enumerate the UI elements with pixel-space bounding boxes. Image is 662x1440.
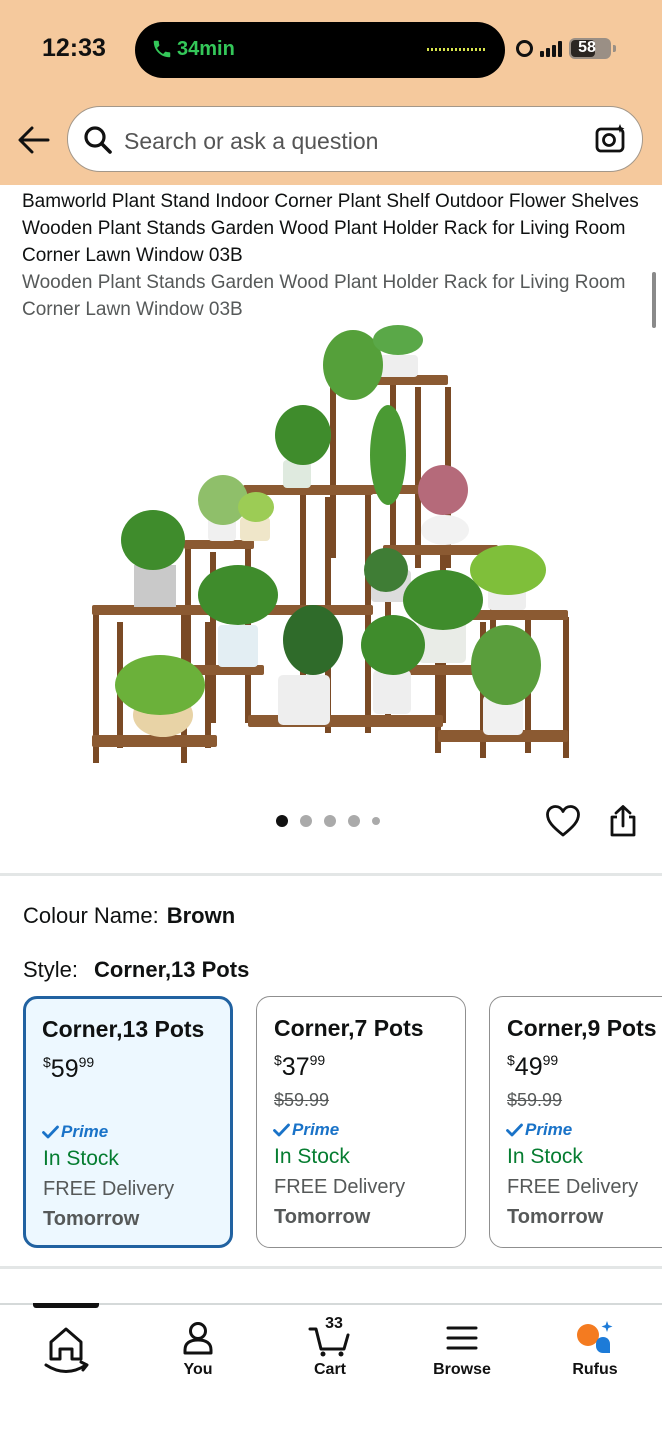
status-icons: 58	[516, 38, 616, 59]
price-cents: 99	[78, 1054, 95, 1070]
search-bar[interactable]: Search or ask a question	[67, 106, 643, 172]
search-icon	[84, 126, 112, 154]
style-value: Corner,13 Pots	[94, 957, 250, 982]
list-price: $59.99	[274, 1090, 330, 1110]
app-header: 12:33 34min 58 Search or ask a question	[0, 0, 662, 185]
price-currency: $	[43, 1054, 51, 1070]
stock-status: In Stock	[274, 1145, 350, 1168]
recording-dot-icon	[516, 40, 533, 57]
section-divider	[0, 1266, 662, 1269]
scrollbar[interactable]	[652, 272, 656, 328]
nav-home[interactable]	[16, 1305, 116, 1395]
style-label: Style:	[23, 957, 79, 982]
status-time: 12:33	[42, 34, 106, 62]
camera-search-icon[interactable]	[594, 122, 628, 156]
price-cents: 99	[309, 1052, 326, 1068]
check-icon	[42, 1125, 59, 1139]
option-price: $3799	[274, 1052, 326, 1082]
price-currency: $	[274, 1052, 282, 1068]
option-price: $5999	[43, 1054, 95, 1084]
call-timer: 34min	[177, 37, 235, 60]
prime-badge: Prime	[273, 1120, 339, 1140]
check-icon	[273, 1123, 290, 1137]
menu-icon	[446, 1326, 478, 1350]
back-arrow-icon[interactable]	[16, 124, 52, 156]
phone-icon	[153, 40, 171, 58]
delivery-text: FREE Delivery	[43, 1178, 175, 1200]
carousel-dot[interactable]	[372, 817, 380, 825]
image-carousel-dots[interactable]	[276, 815, 380, 827]
nav-browse[interactable]: Browse	[412, 1305, 512, 1395]
battery-level: 58	[578, 39, 596, 56]
signal-icon	[540, 40, 562, 57]
price-whole: 59	[50, 1055, 79, 1083]
colour-label: Colour Name:	[23, 903, 159, 928]
carousel-dot[interactable]	[324, 815, 336, 827]
nav-cart[interactable]: 33 Cart	[280, 1305, 380, 1395]
prime-label: Prime	[525, 1120, 573, 1139]
share-icon[interactable]	[607, 804, 639, 838]
dynamic-island[interactable]: 34min	[135, 22, 505, 78]
prime-badge: Prime	[506, 1120, 572, 1140]
nav-you-label: You	[183, 1361, 213, 1378]
cart-icon	[308, 1327, 350, 1357]
option-name: Corner,7 Pots	[274, 1015, 424, 1041]
heart-icon[interactable]	[545, 804, 581, 838]
nav-cart-label: Cart	[313, 1361, 346, 1378]
delivery-text: FREE Delivery	[274, 1176, 406, 1198]
call-indicator: 34min	[151, 37, 235, 61]
option-price: $4999	[507, 1052, 559, 1082]
nav-rufus-label: Rufus	[572, 1361, 618, 1378]
delivery-date: Tomorrow	[43, 1208, 140, 1230]
carousel-dot[interactable]	[300, 815, 312, 827]
prime-badge: Prime	[42, 1122, 108, 1142]
style-option-card[interactable]: Corner,9 Pots $4999 $59.99 Prime In Stoc…	[489, 996, 662, 1248]
price-whole: 37	[281, 1053, 310, 1081]
price-cents: 99	[542, 1052, 559, 1068]
nav-rufus[interactable]: Rufus	[545, 1305, 645, 1395]
nav-browse-label: Browse	[433, 1361, 491, 1378]
carousel-dot[interactable]	[276, 815, 288, 827]
delivery-date: Tomorrow	[274, 1206, 371, 1228]
product-image[interactable]	[88, 325, 578, 770]
product-title[interactable]: Bamworld Plant Stand Indoor Corner Plant…	[22, 188, 647, 269]
delivery-date: Tomorrow	[507, 1206, 604, 1228]
colour-value: Brown	[166, 903, 236, 928]
audio-waveform	[427, 48, 485, 51]
option-name: Corner,13 Pots	[42, 1016, 205, 1042]
search-placeholder: Search or ask a question	[124, 128, 379, 154]
rufus-icon	[577, 1321, 613, 1353]
person-icon	[183, 1322, 213, 1355]
prime-label: Prime	[292, 1120, 340, 1139]
battery-icon: 58	[569, 38, 616, 59]
section-divider	[0, 873, 662, 876]
stock-status: In Stock	[43, 1147, 119, 1170]
price-currency: $	[507, 1052, 515, 1068]
style-selector: Style: Corner,13 Pots	[23, 957, 249, 983]
style-option-card[interactable]: Corner,13 Pots $5999 Prime In Stock FREE…	[23, 996, 233, 1248]
stock-status: In Stock	[507, 1145, 583, 1168]
style-option-card[interactable]: Corner,7 Pots $3799 $59.99 Prime In Stoc…	[256, 996, 466, 1248]
product-subtitle: Wooden Plant Stands Garden Wood Plant Ho…	[22, 272, 626, 320]
style-options-carousel[interactable]: Corner,13 Pots $5999 Prime In Stock FREE…	[23, 996, 662, 1250]
colour-selector: Colour Name: Brown	[23, 903, 235, 929]
carousel-dot[interactable]	[348, 815, 360, 827]
price-whole: 49	[514, 1053, 543, 1081]
home-icon	[44, 1327, 89, 1373]
option-name: Corner,9 Pots	[507, 1015, 657, 1041]
prime-label: Prime	[61, 1122, 109, 1141]
bottom-navigation: You 33 Cart Browse Rufus	[0, 1303, 662, 1440]
list-price: $59.99	[507, 1090, 563, 1110]
check-icon	[506, 1123, 523, 1137]
delivery-text: FREE Delivery	[507, 1176, 639, 1198]
nav-you[interactable]: You	[148, 1305, 248, 1395]
